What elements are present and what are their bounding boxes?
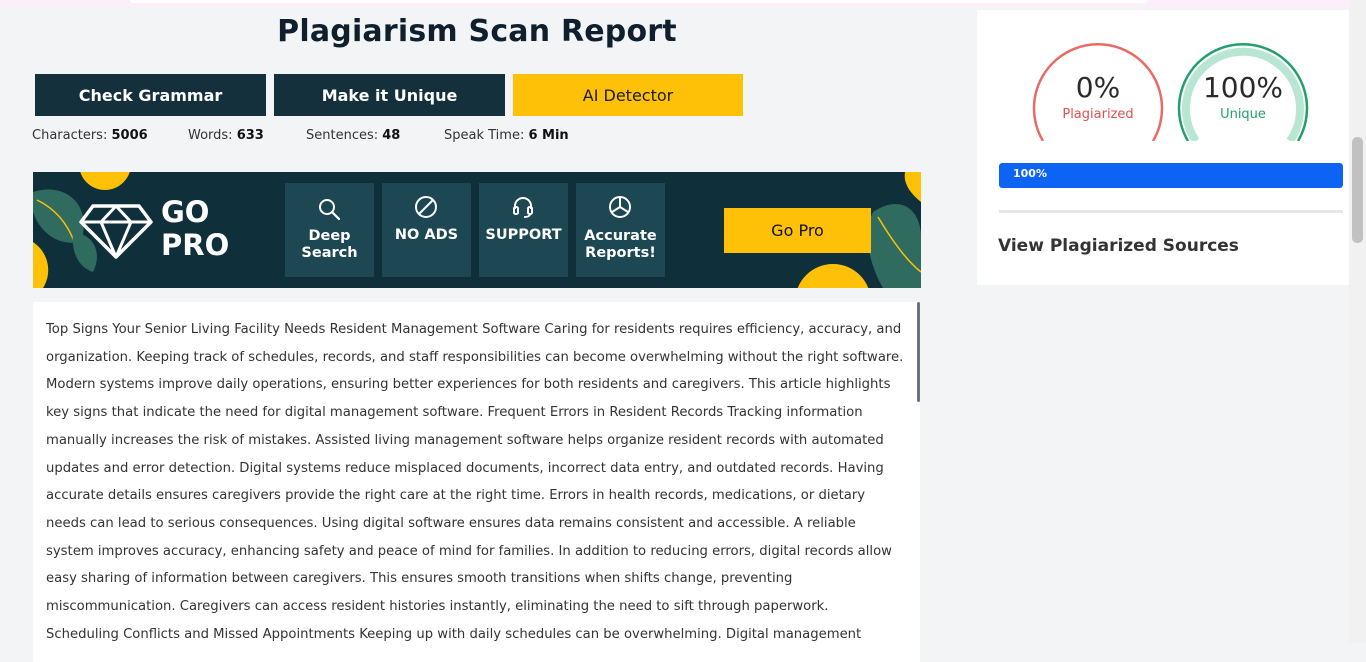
results-card: 0% Plagiarized 100% Unique 100% View Pla…	[977, 10, 1349, 285]
feature-label: Deep Search	[301, 228, 358, 261]
stat-words: Words: 633	[188, 128, 264, 143]
view-plagiarized-sources-link[interactable]: View Plagiarized Sources	[998, 236, 1239, 256]
unique-gauge: 100% Unique	[1176, 41, 1310, 141]
go-pro-button[interactable]: Go Pro	[724, 208, 871, 253]
stat-characters: Characters: 5006	[32, 128, 148, 143]
feature-support: SUPPORT	[479, 183, 568, 277]
stat-sentences: Sentences: 48	[306, 128, 401, 143]
top-strip-inner	[130, 0, 1148, 3]
divider	[999, 210, 1343, 213]
progress-fill	[999, 163, 1343, 188]
article-text-panel[interactable]: Top Signs Your Senior Living Facility Ne…	[33, 302, 920, 662]
feature-deep-search: Deep Search	[285, 183, 374, 277]
make-unique-button[interactable]: Make it Unique	[274, 74, 505, 116]
page-scrollbar-thumb[interactable]	[1352, 137, 1363, 243]
feature-label: Accurate Reports!	[584, 228, 657, 261]
page-scrollbar-track[interactable]	[1349, 0, 1366, 643]
unique-value: 100%	[1202, 71, 1284, 104]
diamond-icon	[79, 204, 153, 259]
headset-icon	[513, 197, 533, 218]
go-pro-title: GO PRO	[161, 195, 230, 262]
search-icon	[319, 199, 341, 221]
feature-accurate-reports: Accurate Reports!	[576, 183, 665, 277]
progress-bar: 100%	[999, 163, 1343, 188]
plagiarized-gauge: 0% Plagiarized	[1031, 41, 1165, 141]
feature-label: SUPPORT	[485, 227, 562, 243]
ai-detector-button[interactable]: AI Detector	[513, 74, 743, 116]
unique-label: Unique	[1220, 107, 1266, 122]
plagiarized-value: 0%	[1075, 71, 1121, 104]
page-title: Plagiarism Scan Report	[277, 14, 677, 49]
pie-chart-icon	[609, 196, 631, 218]
plagiarized-label: Plagiarized	[1062, 107, 1134, 122]
article-text: Top Signs Your Senior Living Facility Ne…	[46, 322, 904, 642]
browser-top-strip	[0, 0, 1366, 7]
progress-label: 100%	[1013, 167, 1047, 180]
stat-speak-time: Speak Time: 6 Min	[444, 128, 569, 143]
no-ads-icon	[415, 196, 437, 218]
feature-label: NO ADS	[394, 227, 459, 243]
article-scrollbar[interactable]	[917, 302, 920, 402]
go-pro-banner: GO PRO Deep Search NO ADS SUPPORT Accurat…	[33, 172, 921, 288]
check-grammar-button[interactable]: Check Grammar	[35, 74, 266, 116]
feature-no-ads: NO ADS	[382, 183, 471, 277]
